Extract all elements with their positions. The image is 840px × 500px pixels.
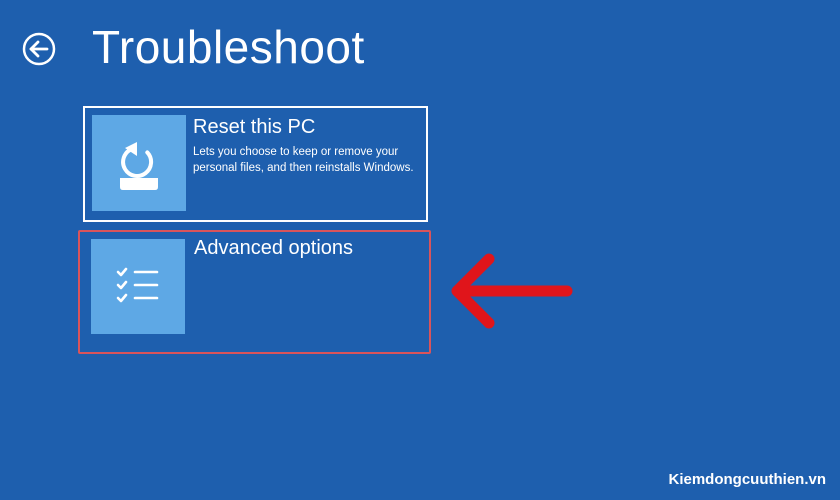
page-title: Troubleshoot (92, 21, 365, 73)
option-title: Reset this PC (193, 116, 316, 138)
option-description: Lets you choose to keep or remove your p… (193, 146, 414, 174)
checklist-icon (116, 267, 159, 303)
recovery-screen: Troubleshoot Reset this PC Lets you choo… (0, 0, 840, 500)
back-button[interactable] (22, 32, 56, 66)
reset-this-pc-option[interactable]: Reset this PC Lets you choose to keep or… (83, 106, 428, 222)
option-tile (91, 239, 185, 334)
advanced-options-option[interactable]: Advanced options (78, 230, 431, 354)
option-tile (92, 115, 186, 211)
watermark: Kiemdongcuuthien.vn (668, 471, 827, 488)
back-arrow-circle-icon (22, 32, 56, 66)
option-title: Advanced options (194, 237, 354, 259)
reset-pc-icon (120, 142, 158, 190)
red-arrow-left-icon (451, 253, 573, 329)
